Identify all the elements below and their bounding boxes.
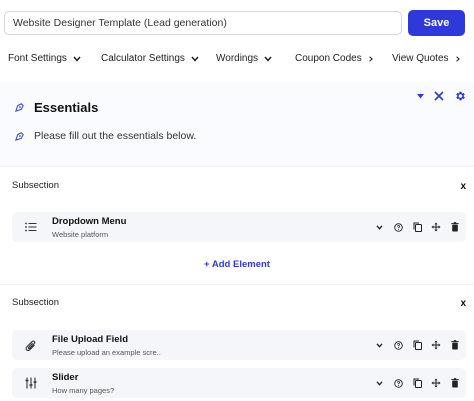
save-button[interactable]: Save: [408, 10, 465, 36]
element-row-slider[interactable]: Slider How many pages?: [12, 368, 466, 398]
tab-label: Coupon Codes: [295, 53, 362, 64]
element-subtitle: Website platform: [52, 230, 109, 239]
subsection-title: Subsection: [12, 297, 60, 308]
element-name: Dropdown Menu: [52, 216, 127, 227]
help-icon[interactable]: [393, 340, 403, 350]
subsection-close-button[interactable]: x: [460, 181, 466, 192]
tab-wordings[interactable]: Wordings: [216, 53, 272, 64]
essentials-title: Essentials: [34, 100, 99, 115]
trash-icon[interactable]: [450, 378, 460, 388]
pen-nib-icon: [14, 131, 24, 141]
pen-nib-icon: [14, 103, 24, 113]
gear-icon[interactable]: [454, 90, 466, 102]
essentials-section: Essentials Please fill out the essential…: [0, 82, 474, 166]
copy-icon[interactable]: [412, 222, 422, 232]
element-row-dropdown-menu[interactable]: Dropdown Menu Website platform: [12, 212, 466, 242]
divider: [0, 284, 474, 285]
divider: [0, 166, 474, 167]
chevron-down-icon[interactable]: [374, 378, 384, 388]
tab-view-quotes[interactable]: View Quotes: [392, 53, 461, 64]
trash-icon[interactable]: [450, 340, 460, 350]
chevron-down-icon[interactable]: [374, 340, 384, 350]
trash-icon[interactable]: [450, 222, 460, 232]
essentials-description-row: Please fill out the essentials below.: [14, 130, 196, 142]
element-row-file-upload-field[interactable]: File Upload Field Please upload an examp…: [12, 330, 466, 360]
move-icon[interactable]: [431, 222, 441, 232]
element-actions: [374, 378, 460, 388]
subsection-2: Subsection x File Upload Field Please up…: [0, 289, 474, 401]
chevron-right-icon: [368, 55, 373, 62]
essentials-title-row: Essentials: [14, 100, 98, 115]
move-icon[interactable]: [431, 378, 441, 388]
help-icon[interactable]: [393, 378, 403, 388]
essentials-description: Please fill out the essentials below.: [34, 130, 197, 142]
subsection-title: Subsection: [12, 180, 60, 191]
list-icon: [24, 220, 38, 234]
add-element-button[interactable]: + Add Element: [0, 259, 474, 270]
copy-icon[interactable]: [412, 378, 422, 388]
element-name: Slider: [52, 372, 79, 383]
element-actions: [374, 340, 460, 350]
subsection-1: Subsection x Dropdown Menu Website platf…: [0, 172, 474, 282]
chevron-down-icon: [73, 56, 81, 62]
subsection-close-button[interactable]: x: [460, 298, 466, 309]
element-name: File Upload Field: [52, 334, 129, 345]
tab-coupon-codes[interactable]: Coupon Codes: [295, 53, 374, 64]
tab-calculator-settings[interactable]: Calculator Settings: [101, 53, 199, 64]
tab-label: Calculator Settings: [101, 53, 185, 64]
top-bar: Save: [0, 0, 474, 42]
tab-label: View Quotes: [392, 53, 449, 64]
tab-label: Wordings: [216, 53, 259, 64]
element-actions: [374, 222, 460, 232]
help-icon[interactable]: [393, 222, 403, 232]
chevron-right-icon: [455, 55, 460, 62]
sliders-icon: [24, 376, 38, 390]
element-subtitle: Please upload an example scre..: [52, 348, 161, 357]
close-icon[interactable]: [434, 91, 444, 101]
caret-down-icon[interactable]: [417, 93, 424, 99]
template-title-input[interactable]: [4, 11, 402, 35]
tab-font-settings[interactable]: Font Settings: [8, 53, 81, 64]
chevron-down-icon: [264, 56, 272, 62]
tab-label: Font Settings: [8, 53, 67, 64]
element-subtitle: How many pages?: [52, 386, 115, 395]
copy-icon[interactable]: [412, 340, 422, 350]
chevron-down-icon[interactable]: [374, 222, 384, 232]
paperclip-icon: [24, 338, 38, 352]
move-icon[interactable]: [431, 340, 441, 350]
settings-tabs: Font Settings Calculator Settings Wordin…: [0, 46, 474, 74]
essentials-actions: [417, 90, 466, 102]
chevron-down-icon: [191, 56, 199, 62]
